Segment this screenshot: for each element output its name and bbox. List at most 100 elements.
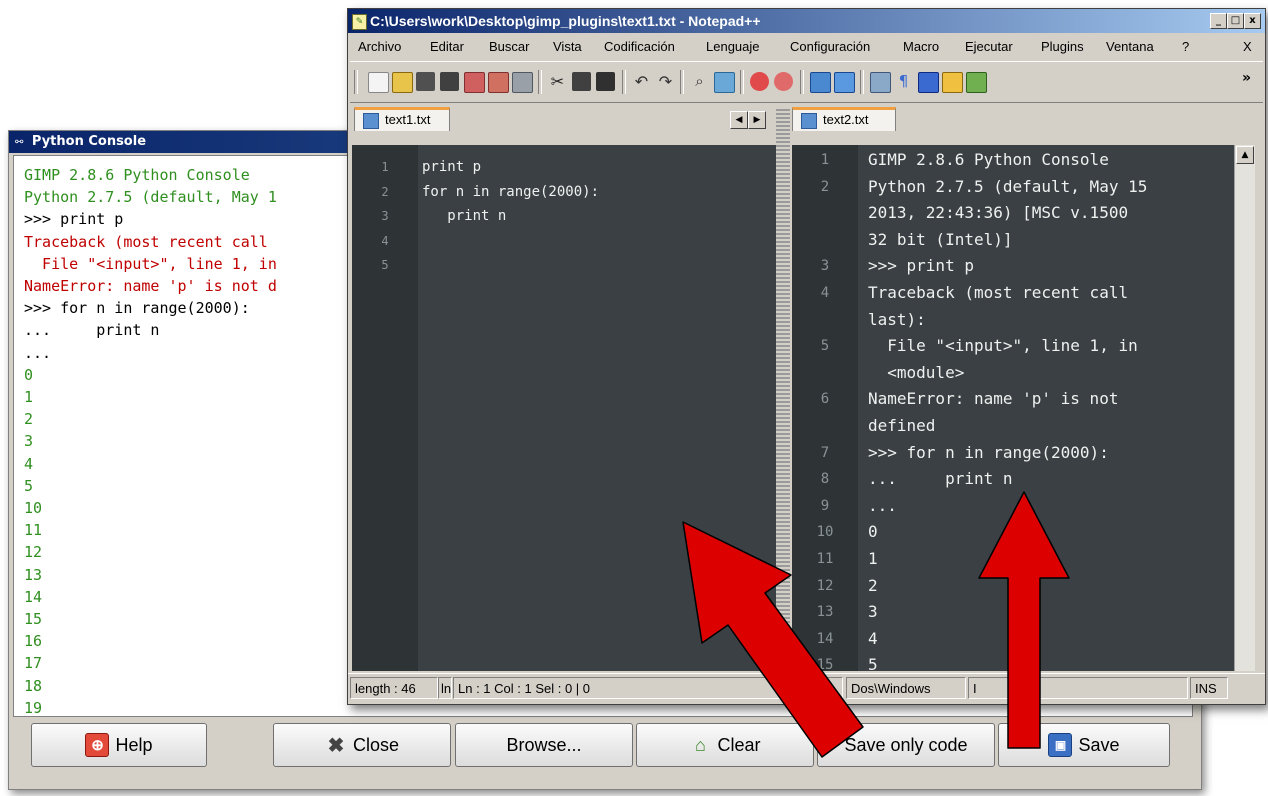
code-line: 2 <box>868 575 878 595</box>
right-editor[interactable]: 1 GIMP 2.8.6 Python Console 2 Python 2.7.5 … <box>792 145 1234 671</box>
notepadpp-window: C:\Users\work\Desktop\gimp_plugins\text1… <box>347 8 1266 705</box>
save-file-icon[interactable] <box>416 72 435 91</box>
menu-bar: Archivo Editar Buscar Vista Codificación… <box>348 35 1265 59</box>
code-line: for n in range(2000): <box>422 183 600 200</box>
paste-icon[interactable] <box>596 72 615 91</box>
help-icon: ⊕ <box>85 733 110 757</box>
open-file-icon[interactable] <box>392 72 413 93</box>
close-file-icon[interactable] <box>464 72 485 93</box>
code-line: 0 <box>868 522 878 542</box>
word-wrap-icon[interactable] <box>870 72 891 93</box>
redo-icon[interactable]: ↷ <box>656 72 675 91</box>
status-ln-label: ln <box>438 677 452 699</box>
clear-button[interactable]: ⌂ Clear <box>636 723 814 767</box>
status-ins: INS <box>1190 677 1228 699</box>
tab-text1[interactable]: text1.txt <box>354 107 450 131</box>
pane-divider[interactable] <box>776 109 790 671</box>
save-button-label: Save <box>1078 734 1120 755</box>
notepadpp-icon: ✎ <box>352 14 367 30</box>
cut-icon[interactable]: ✂ <box>548 72 567 91</box>
line-number: 11 <box>816 551 834 567</box>
code-line: defined <box>868 416 936 435</box>
menu-editar[interactable]: Editar <box>430 35 464 59</box>
file-icon <box>363 113 379 129</box>
menu-ventana[interactable]: Ventana <box>1106 35 1154 59</box>
python-console-title: Python Console <box>31 134 147 149</box>
toolbar-separator <box>622 70 626 94</box>
window-close-button[interactable]: x <box>1244 13 1261 29</box>
arrow-right-icon[interactable]: ▶ <box>748 111 766 129</box>
code-line: 2013, 22:43:36) [MSC v.1500 <box>868 203 1129 223</box>
line-number: 14 <box>816 630 834 647</box>
maximize-button[interactable]: □ <box>1227 13 1244 29</box>
help-button[interactable]: ⊕ Help <box>31 723 207 767</box>
clear-icon: ⌂ <box>695 734 706 755</box>
menu-plugins[interactable]: Plugins <box>1041 35 1084 59</box>
save-button[interactable]: ▣ Save <box>998 723 1170 767</box>
menu-ejecutar[interactable]: Ejecutar <box>965 35 1013 59</box>
menu-lenguaje[interactable]: Lenguaje <box>706 35 760 59</box>
code-line: print p <box>422 159 482 175</box>
code-line: >>> print p <box>868 256 974 276</box>
close-all-icon[interactable] <box>488 72 509 93</box>
file-icon <box>801 113 817 129</box>
replace-icon[interactable] <box>714 72 735 93</box>
doc-map-icon[interactable] <box>966 72 987 93</box>
line-number: 2 <box>820 178 830 195</box>
user-language-icon[interactable] <box>942 72 963 93</box>
close-button-label: Close <box>352 734 400 755</box>
print-icon[interactable] <box>512 72 533 93</box>
save-only-code-button[interactable]: Save only code <box>817 723 995 767</box>
right-scrollbar[interactable]: ▲ <box>1234 145 1255 671</box>
toolbar-separator <box>860 70 864 94</box>
menu-vista[interactable]: Vista <box>553 35 582 59</box>
menu-codificacion[interactable]: Codificación <box>604 35 675 59</box>
menu-help[interactable]: ? <box>1182 35 1189 59</box>
browse-button[interactable]: Browse... <box>455 723 633 767</box>
show-all-chars-icon[interactable]: ¶ <box>894 72 913 91</box>
tab-text2[interactable]: text2.txt <box>792 107 896 131</box>
notepadpp-titlebar[interactable]: C:\Users\work\Desktop\gimp_plugins\text1… <box>348 9 1265 33</box>
line-number: 1 <box>820 152 830 168</box>
toolbar-separator <box>538 70 542 94</box>
sync-vertical-icon[interactable] <box>810 72 831 93</box>
clear-button-label: Clear <box>717 734 761 755</box>
minimize-button[interactable]: _ <box>1210 13 1227 29</box>
line-number: 10 <box>816 524 834 541</box>
line-number: 3 <box>381 209 389 223</box>
code-line: 32 bit (Intel)] <box>868 229 1013 249</box>
undo-icon[interactable]: ↶ <box>632 72 651 91</box>
menu-archivo[interactable]: Archivo <box>358 35 401 59</box>
zoom-out-icon[interactable] <box>774 72 793 91</box>
line-number: 2 <box>381 184 389 199</box>
status-bar: length : 46 ln Ln : 1 Col : 1 Sel : 0 | … <box>348 673 1265 704</box>
close-button[interactable]: ✖ Close <box>273 723 451 767</box>
right-tab-strip: text2.txt <box>790 103 1263 131</box>
indent-guide-icon[interactable] <box>918 72 939 93</box>
left-tab-strip: text1.txt ◀ ▶ <box>350 103 776 131</box>
toolbar-overflow-icon[interactable]: » <box>1242 70 1251 86</box>
left-editor[interactable]: 1 2 3 4 5 print p for n in range(2000): print … <box>352 145 776 671</box>
zoom-in-icon[interactable] <box>750 72 769 91</box>
scroll-up-icon[interactable]: ▲ <box>1236 146 1254 164</box>
menu-configuracion[interactable]: Configuración <box>790 35 870 59</box>
sync-horizontal-icon[interactable] <box>834 72 855 93</box>
menu-close-doc[interactable]: X <box>1243 35 1252 59</box>
line-number: 8 <box>820 471 830 488</box>
menu-macro[interactable]: Macro <box>903 35 939 59</box>
tab-text1-label: text1.txt <box>385 112 431 127</box>
save-all-icon[interactable] <box>440 72 459 91</box>
line-number: 4 <box>820 285 830 301</box>
arrow-left-icon[interactable]: ◀ <box>730 111 748 129</box>
line-number: 5 <box>820 338 830 355</box>
code-line: print n <box>422 208 507 224</box>
status-length: length : 46 <box>350 677 438 699</box>
find-icon[interactable]: ⌕ <box>690 72 709 91</box>
new-file-icon[interactable] <box>368 72 389 93</box>
status-encoding: I <box>968 677 1188 699</box>
toolbar-separator <box>680 70 684 94</box>
menu-buscar[interactable]: Buscar <box>489 35 529 59</box>
copy-icon[interactable] <box>572 72 591 91</box>
status-eol: Dos\Windows <box>846 677 966 699</box>
line-number: 13 <box>816 604 834 621</box>
